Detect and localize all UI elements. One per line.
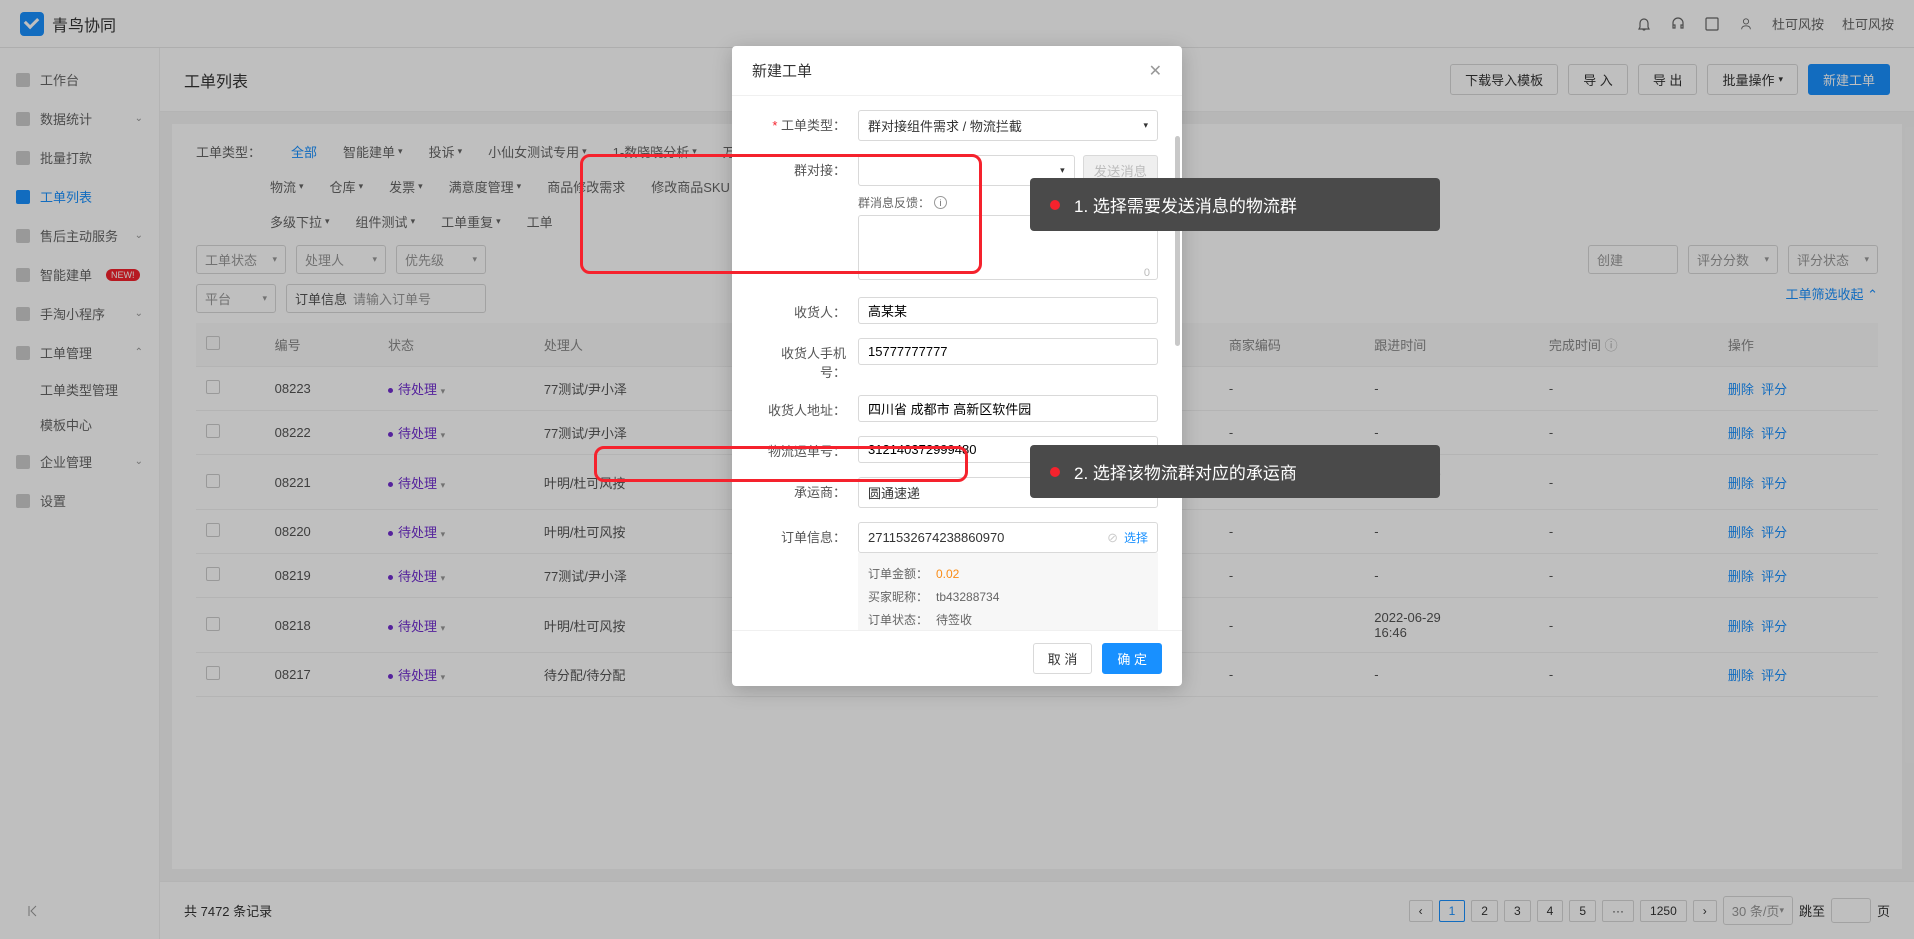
type-label: 工单类型： [756, 110, 846, 134]
carrier-label: 承运商： [756, 477, 846, 501]
tracking-label: 物流运单号： [756, 436, 846, 460]
group-label: 群对接： [756, 155, 846, 179]
modal-body: 工单类型： 群对接组件需求 / 物流拦截▾ 群对接： ▾ 发送消息 群消息反馈：… [732, 96, 1182, 630]
char-count: 0 [1144, 267, 1150, 279]
close-icon[interactable]: ✕ [1149, 61, 1162, 81]
order-details: 订单金额：0.02 买家昵称：tb43288734 订单状态：待签收 交易时间：… [858, 553, 1158, 630]
modal-footer: 取 消 确 定 [732, 630, 1182, 686]
recipient-label: 收货人： [756, 297, 846, 321]
dot-icon [1050, 200, 1060, 210]
dot-icon [1050, 467, 1060, 477]
info-icon[interactable]: i [934, 196, 947, 209]
cancel-button[interactable]: 取 消 [1033, 643, 1093, 674]
create-ticket-modal: 新建工单 ✕ 工单类型： 群对接组件需求 / 物流拦截▾ 群对接： ▾ 发送消息… [732, 46, 1182, 686]
annotation-1: 1. 选择需要发送消息的物流群 [1030, 178, 1440, 231]
type-select[interactable]: 群对接组件需求 / 物流拦截▾ [858, 110, 1158, 141]
phone-label: 收货人手机号： [756, 338, 846, 381]
ok-button[interactable]: 确 定 [1102, 643, 1162, 674]
phone-input[interactable] [858, 338, 1158, 365]
addr-input[interactable] [858, 395, 1158, 422]
clear-icon[interactable]: ⊘ [1107, 530, 1118, 545]
addr-label: 收货人地址： [756, 395, 846, 419]
recipient-input[interactable] [858, 297, 1158, 324]
choose-link[interactable]: 选择 [1124, 531, 1148, 545]
scrollbar[interactable] [1175, 136, 1180, 346]
modal-title: 新建工单 [752, 60, 812, 81]
order-input[interactable]: 2711532674238860970 ⊘选择 [858, 522, 1158, 553]
order-label: 订单信息： [756, 522, 846, 546]
modal-header: 新建工单 ✕ [732, 46, 1182, 96]
annotation-2: 2. 选择该物流群对应的承运商 [1030, 445, 1440, 498]
